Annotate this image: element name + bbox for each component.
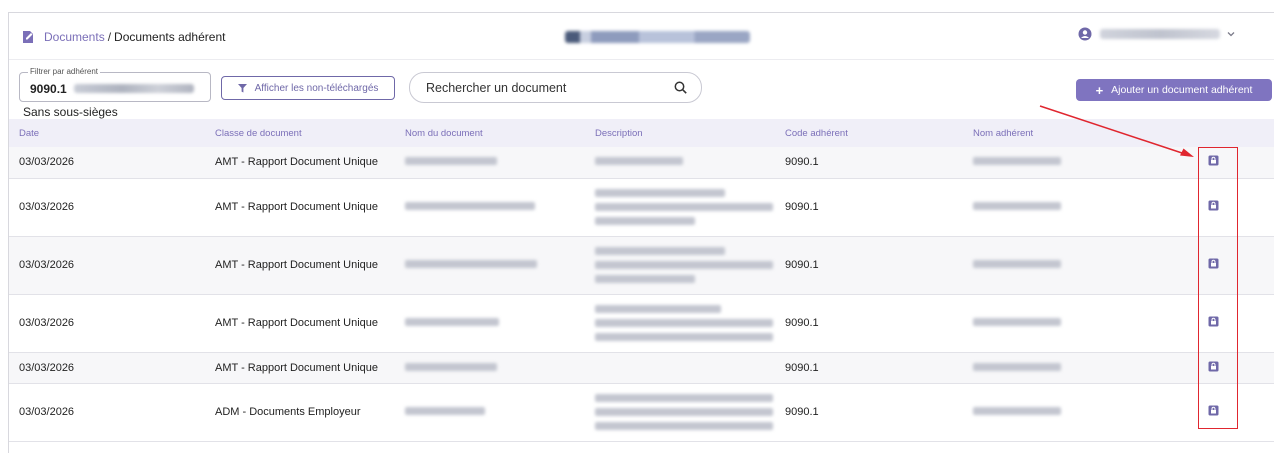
cell-description: [585, 294, 775, 353]
company-name-redacted: [565, 31, 750, 43]
cell-member-code: 9090.1: [775, 178, 963, 237]
cell-class: AMT - Rapport Document Unique: [205, 294, 395, 353]
breadcrumb: Documents / Documents adhérent: [21, 30, 225, 44]
cell-class: AMT - Rapport Document Unique: [205, 236, 395, 295]
cell-date: 03/03/2026: [9, 294, 205, 353]
user-menu[interactable]: [1078, 27, 1236, 41]
member-filter-value: 9090.1: [30, 82, 67, 96]
table-row[interactable]: 03/03/2026 AMT - Rapport Document Unique…: [9, 294, 1274, 353]
member-name-redacted: [74, 84, 194, 93]
member-filter-field[interactable]: Filtrer par adhérent 9090.1: [19, 67, 211, 102]
column-header-actions: [1151, 119, 1274, 147]
funnel-icon: [237, 83, 247, 93]
app-window: Documents / Documents adhérent Filtrer p…: [8, 12, 1274, 453]
column-header-document-name[interactable]: Nom du document: [395, 119, 585, 147]
cell-member-code: 9090.1: [775, 236, 963, 295]
cell-member-name: [963, 383, 1151, 442]
show-not-downloaded-button[interactable]: Afficher les non-téléchargés: [221, 76, 395, 100]
cell-class: AMT - Rapport Document Unique: [205, 352, 395, 384]
toolbar: Filtrer par adhérent 9090.1 Afficher les…: [9, 59, 1274, 107]
cell-description: [585, 147, 775, 179]
plus-icon: +: [1095, 82, 1104, 98]
section-title: Sans sous-sièges: [23, 105, 118, 119]
table-row[interactable]: 03/03/2026 AMT - Rapport Document Unique…: [9, 147, 1274, 179]
column-header-member-name[interactable]: Nom adhérent: [963, 119, 1151, 147]
breadcrumb-separator: /: [107, 30, 112, 44]
cell-member-code: 9090.1: [775, 352, 963, 384]
search-input[interactable]: [426, 80, 666, 95]
cell-document-name: [395, 383, 585, 442]
column-header-member-code[interactable]: Code adhérent: [775, 119, 963, 147]
add-document-button[interactable]: + Ajouter un document adhérent: [1076, 79, 1272, 101]
cell-description: [585, 352, 775, 384]
cell-member-name: [963, 147, 1151, 179]
cell-date: 03/03/2026: [9, 178, 205, 237]
cell-document-name: [395, 236, 585, 295]
column-header-class[interactable]: Classe de document: [205, 119, 395, 147]
user-circle-icon: [1078, 27, 1092, 41]
documents-table: Date Classe de document Nom du document …: [9, 119, 1274, 442]
cell-member-code: 9090.1: [775, 294, 963, 353]
table-row[interactable]: 03/03/2026 AMT - Rapport Document Unique…: [9, 178, 1274, 237]
cell-member-name: [963, 294, 1151, 353]
table-row[interactable]: 03/03/2026 AMT - Rapport Document Unique…: [9, 236, 1274, 295]
cell-member-code: 9090.1: [775, 147, 963, 179]
cell-class: ADM - Documents Employeur: [205, 383, 395, 442]
cell-member-name: [963, 178, 1151, 237]
show-not-downloaded-label: Afficher les non-téléchargés: [254, 82, 379, 94]
user-name-redacted: [1100, 29, 1220, 39]
top-bar: Documents / Documents adhérent: [9, 13, 1274, 59]
cell-description: [585, 178, 775, 237]
cell-date: 03/03/2026: [9, 236, 205, 295]
cell-document-name: [395, 294, 585, 353]
member-filter-label: Filtrer par adhérent: [28, 67, 101, 76]
table-header-row: Date Classe de document Nom du document …: [9, 119, 1274, 147]
document-search[interactable]: [409, 72, 702, 103]
table-row[interactable]: 03/03/2026 AMT - Rapport Document Unique…: [9, 352, 1274, 384]
cell-member-name: [963, 352, 1151, 384]
document-icon: [23, 31, 33, 43]
search-icon[interactable]: [674, 81, 687, 94]
cell-description: [585, 236, 775, 295]
table-row[interactable]: 03/03/2026 ADM - Documents Employeur 909…: [9, 383, 1274, 442]
cell-document-name: [395, 352, 585, 384]
breadcrumb-current: Documents adhérent: [114, 30, 226, 44]
cell-member-code: 9090.1: [775, 383, 963, 442]
column-header-date[interactable]: Date: [9, 119, 205, 147]
cell-document-name: [395, 178, 585, 237]
cell-member-name: [963, 236, 1151, 295]
annotation-highlight-box: [1198, 147, 1238, 429]
chevron-down-icon[interactable]: [1226, 29, 1236, 39]
column-header-description[interactable]: Description: [585, 119, 775, 147]
cell-date: 03/03/2026: [9, 383, 205, 442]
cell-document-name: [395, 147, 585, 179]
cell-description: [585, 383, 775, 442]
cell-date: 03/03/2026: [9, 352, 205, 384]
breadcrumb-link-documents[interactable]: Documents: [44, 30, 105, 44]
cell-class: AMT - Rapport Document Unique: [205, 147, 395, 179]
cell-class: AMT - Rapport Document Unique: [205, 178, 395, 237]
add-document-label: Ajouter un document adhérent: [1111, 84, 1253, 96]
cell-date: 03/03/2026: [9, 147, 205, 179]
